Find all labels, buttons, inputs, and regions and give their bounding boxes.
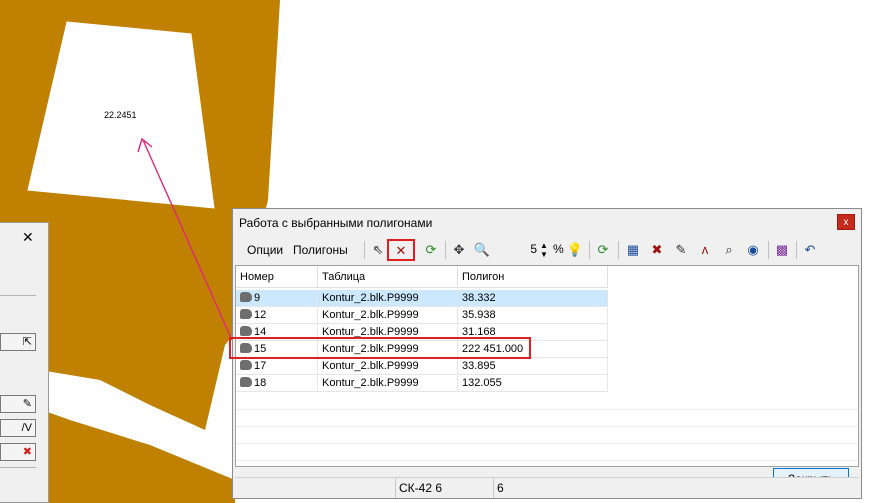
select-arrow-icon[interactable]: ⇖ [368,240,388,260]
polygon-icon [240,292,252,302]
row-number: 9 [254,292,261,304]
globe-icon[interactable]: ◉ [743,240,763,260]
table-row[interactable]: 9 Kontur_2.blk.P9999 38.332 [236,290,608,307]
row-polygon: 35.938 [458,307,608,324]
row-table: Kontur_2.blk.P9999 [318,307,458,324]
polygon-area-label: 22.2451 [104,110,137,120]
row-polygon: 132.055 [458,375,608,392]
menu-options[interactable]: Опции [247,243,283,257]
left-panel-divider [0,295,36,296]
column-header-polygon[interactable]: Полигон [458,266,608,288]
row-table: Kontur_2.blk.P9999 [318,290,458,307]
row-number: 17 [254,360,267,372]
polygon-icon [240,309,252,319]
polygons-table: Номер Таблица Полигон 9 Kontur_2.blk.P99… [235,265,859,467]
dialog-title: Работа с выбранными полигонами [239,216,433,230]
toolbar-separator [445,241,446,259]
status-coordinate-system: СК-42 6 [395,478,493,498]
menu-polygons[interactable]: Полигоны [293,243,348,257]
empty-row-line [236,426,858,427]
toolbar-separator [768,241,769,259]
left-panel-edit-button[interactable]: ✎ [0,395,36,413]
polygon-icon [240,377,252,387]
palette-icon[interactable]: ▩ [772,240,792,260]
row-table: Kontur_2.blk.P9999 [318,358,458,375]
toolbar-separator [796,241,797,259]
layers-icon[interactable]: ▦ [623,240,643,260]
empty-row-line [236,409,858,410]
empty-row-line [236,460,858,461]
left-panel-divider-2 [0,467,36,468]
row-polygon: 33.895 [458,358,608,375]
row-number: 12 [254,309,267,321]
column-header-number[interactable]: Номер [236,266,318,288]
row-number: 18 [254,377,267,389]
row-highlight-frame [229,337,531,359]
status-bar: СК-42 6 6 [235,477,859,498]
row-table: Kontur_2.blk.P9999 [318,375,458,392]
zoom-object-icon[interactable]: ⌕ [719,240,739,260]
pointer-icon: ⇱ [22,336,32,348]
zoom-unit: % [553,242,564,256]
left-panel-pointer-button[interactable]: ⇱ [0,333,36,351]
polyline-icon[interactable]: ʌ [695,240,715,260]
polygon-icon [240,326,252,336]
left-panel-polyline-button[interactable]: /V [0,419,36,437]
edit-icon[interactable]: ✎ [671,240,691,260]
delete-node-icon: ✖ [22,446,32,458]
table-row[interactable]: 18 Kontur_2.blk.P9999 132.055 [236,375,608,392]
row-polygon: 38.332 [458,290,608,307]
zoom-icon[interactable]: 🔍 [472,240,492,260]
zoom-spinner-icon[interactable]: ▲ ▼ [540,241,548,259]
table-row[interactable]: 12 Kontur_2.blk.P9999 35.938 [236,307,608,324]
left-panel: ✕ ⇱ ✎ /V ✖ [0,222,49,503]
left-panel-close-icon[interactable]: ✕ [22,229,34,246]
toolbar-separator [589,241,590,259]
toolbar-separator [364,241,365,259]
empty-row-line [236,443,858,444]
dialog-titlebar[interactable]: Работа с выбранными полигонами x [233,209,861,235]
left-panel-delete-node-button[interactable]: ✖ [0,443,36,461]
undo-icon[interactable]: ↶ [800,240,820,260]
clear-selection-icon[interactable]: ✕ [387,239,415,261]
polygon-icon [240,360,252,370]
refresh-icon[interactable]: ⟳ [421,240,441,260]
dialog-toolbar: Опции Полигоны ⇖ ✕ ⟳ ✥ 🔍 5 ▲ ▼ % 💡 ⟳ ▦ ✖ … [235,238,859,262]
toolbar-separator [618,241,619,259]
plus-icon[interactable]: ✥ [449,240,469,260]
delete-layers-icon[interactable]: ✖ [647,240,667,260]
polyline-icon: /V [21,422,32,434]
edit-icon: ✎ [22,398,32,410]
dialog-close-icon[interactable]: x [837,214,855,230]
refresh-green-icon[interactable]: ⟳ [593,240,613,260]
table-row[interactable]: 17 Kontur_2.blk.P9999 33.895 [236,358,608,375]
status-value: 6 [493,478,603,498]
zoom-value[interactable]: 5 [497,242,537,256]
column-header-table[interactable]: Таблица [318,266,458,288]
bulb-icon[interactable]: 💡 [565,240,585,260]
